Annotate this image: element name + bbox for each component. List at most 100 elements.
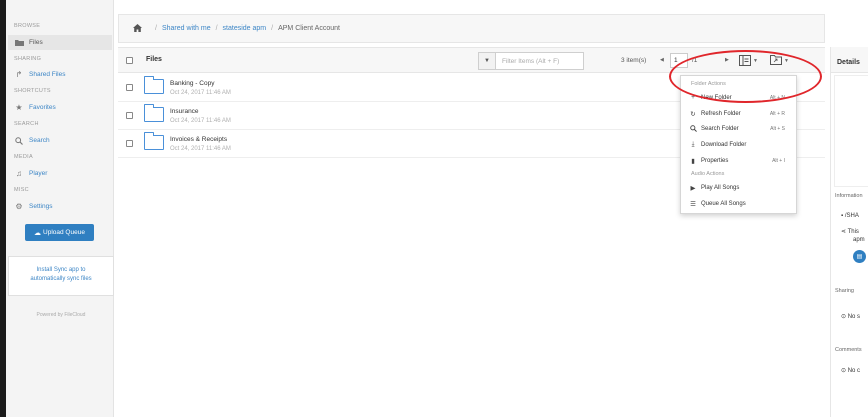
sidebar-item-shared-files[interactable]: ↱ Shared Files — [8, 67, 112, 82]
breadcrumb-separator: / — [155, 25, 157, 32]
sidebar-item-label: Settings — [29, 203, 53, 210]
file-date: Oct 24, 2017 11:46 AM — [170, 146, 231, 152]
tab-details[interactable]: Details — [837, 59, 860, 66]
view-mode-button[interactable]: ▼ — [739, 54, 758, 68]
menu-item-label: Search Folder — [701, 125, 739, 132]
sidebar-section-shortcuts: SHORTCUTS — [14, 88, 51, 94]
folder-icon — [144, 132, 164, 150]
sidebar: BROWSE Files SHARING ↱ Shared Files SHOR… — [6, 0, 114, 417]
breadcrumb-separator: / — [215, 25, 218, 32]
next-page-icon[interactable]: ▶ — [725, 57, 729, 63]
sync-line-1: Install Sync app to — [36, 267, 86, 273]
sidebar-section-media: MEDIA — [14, 154, 33, 160]
sharing-label: Sharing — [835, 288, 854, 294]
download-icon: ⤓ — [691, 140, 695, 148]
menu-item-shortcut: Alt + S — [770, 125, 785, 132]
sidebar-item-files[interactable]: Files — [8, 35, 112, 50]
refresh-icon: ↻ — [690, 110, 696, 118]
menu-item-new-folder[interactable]: + New Folder Alt + N — [689, 92, 793, 103]
user-badge-icon[interactable]: ▤ — [853, 250, 866, 263]
sidebar-item-label: Player — [29, 170, 48, 177]
menu-item-play-all-songs[interactable]: ▶ Play All Songs — [689, 182, 793, 193]
home-icon[interactable] — [133, 23, 142, 34]
sidebar-item-search[interactable]: Search — [8, 133, 112, 148]
menu-item-label: Play All Songs — [701, 184, 740, 191]
page-number-input[interactable]: 1 — [670, 53, 688, 68]
preview-box — [834, 75, 868, 187]
share-icon: ↱ — [15, 70, 23, 79]
powered-by-text: Powered by FileCloud — [36, 312, 86, 318]
plus-icon: + — [691, 94, 695, 101]
path-row: ▪ /SHA — [841, 213, 859, 219]
menu-item-label: Refresh Folder — [701, 110, 741, 117]
sidebar-section-misc: MISC — [14, 187, 29, 193]
file-name[interactable]: Insurance — [170, 108, 199, 115]
menu-item-label: Download Folder — [701, 141, 747, 148]
filter-input[interactable]: Filter Items (Alt + F) — [496, 58, 559, 65]
filter-icon: ▼ — [479, 53, 496, 69]
menu-item-label: Queue All Songs — [701, 200, 746, 207]
chevron-down-icon: ▼ — [784, 58, 789, 64]
music-icon: ♫ — [16, 169, 22, 178]
sharing-row: ⊙ No s — [841, 313, 860, 320]
sharing-value: No s — [847, 314, 861, 320]
menu-item-queue-all-songs[interactable]: ☰ Queue All Songs — [689, 198, 793, 209]
sidebar-item-label: Shared Files — [29, 71, 66, 78]
upload-queue-label: Upload Queue — [43, 229, 85, 236]
menu-header-folder-actions: Folder Actions — [691, 81, 726, 87]
folder-actions-menu: Folder Actions + New Folder Alt + N ↻ Re… — [680, 75, 797, 214]
star-icon: ★ — [15, 103, 23, 112]
view-mode-icon — [739, 54, 751, 68]
breadcrumb-current: APM Client Account — [278, 25, 340, 32]
chevron-down-icon: ▼ — [753, 58, 758, 64]
sync-line-2: automatically sync files — [30, 276, 92, 282]
sidebar-item-favorites[interactable]: ★ Favorites — [8, 100, 112, 115]
menu-item-refresh-folder[interactable]: ↻ Refresh Folder Alt + R — [689, 108, 793, 119]
breadcrumb-shared-with-me[interactable]: Shared with me — [162, 25, 211, 32]
path-text: /SHA — [844, 213, 859, 219]
menu-item-download-folder[interactable]: ⤓ Download Folder — [689, 139, 793, 150]
share-icon: ⋖ — [841, 229, 847, 235]
menu-item-shortcut: Alt + N — [769, 94, 785, 101]
search-icon — [14, 136, 24, 145]
gear-icon: ⚙ — [15, 202, 23, 211]
book-icon: ▮ — [691, 157, 695, 165]
sidebar-section-search: SEARCH — [14, 121, 39, 127]
menu-item-label: New Folder — [701, 94, 732, 101]
menu-item-search-folder[interactable]: Search Folder Alt + S — [689, 123, 793, 134]
row-checkbox[interactable] — [126, 112, 133, 119]
folder-icon — [144, 104, 164, 122]
file-date: Oct 24, 2017 11:46 AM — [170, 90, 231, 96]
upload-queue-button[interactable]: ☁ Upload Queue — [25, 224, 94, 241]
comments-value: No c — [847, 368, 861, 374]
select-all-checkbox[interactable] — [126, 57, 133, 64]
cloud-upload-icon: ☁ — [34, 229, 42, 237]
comments-row: ⊙ No c — [841, 367, 860, 374]
sidebar-item-player[interactable]: ♫ Player — [8, 166, 112, 181]
comments-label: Comments — [835, 347, 862, 353]
search-icon — [689, 125, 697, 132]
breadcrumb: / Shared with me / stateside apm / APM C… — [118, 14, 825, 43]
details-tabs: Details — [831, 47, 868, 73]
folder-actions-button[interactable]: ▼ — [770, 54, 789, 68]
sidebar-item-label: Favorites — [29, 104, 56, 111]
menu-item-properties[interactable]: ▮ Properties Alt + I — [689, 155, 793, 166]
page-total: /1 — [692, 57, 698, 64]
file-date: Oct 24, 2017 11:46 AM — [170, 118, 231, 124]
sidebar-item-settings[interactable]: ⚙ Settings — [8, 199, 112, 214]
menu-item-shortcut: Alt + I — [772, 157, 785, 164]
breadcrumb-stateside-apm[interactable]: stateside apm — [223, 25, 267, 32]
row-checkbox[interactable] — [126, 84, 133, 91]
file-name[interactable]: Banking - Copy — [170, 80, 214, 87]
prev-page-icon[interactable]: ◀ — [660, 57, 664, 63]
install-sync-link[interactable]: Install Sync app to automatically sync f… — [8, 256, 114, 296]
sidebar-item-label: Files — [29, 39, 43, 46]
row-checkbox[interactable] — [126, 140, 133, 147]
file-name[interactable]: Invoices & Receipts — [170, 136, 227, 143]
sidebar-item-label: Search — [29, 137, 50, 144]
list-icon: ☰ — [690, 200, 696, 208]
files-title: Files — [146, 56, 162, 63]
filter-box: ▼ Filter Items (Alt + F) — [478, 52, 584, 70]
sidebar-section-sharing: SHARING — [14, 56, 42, 62]
play-icon: ▶ — [690, 184, 696, 192]
